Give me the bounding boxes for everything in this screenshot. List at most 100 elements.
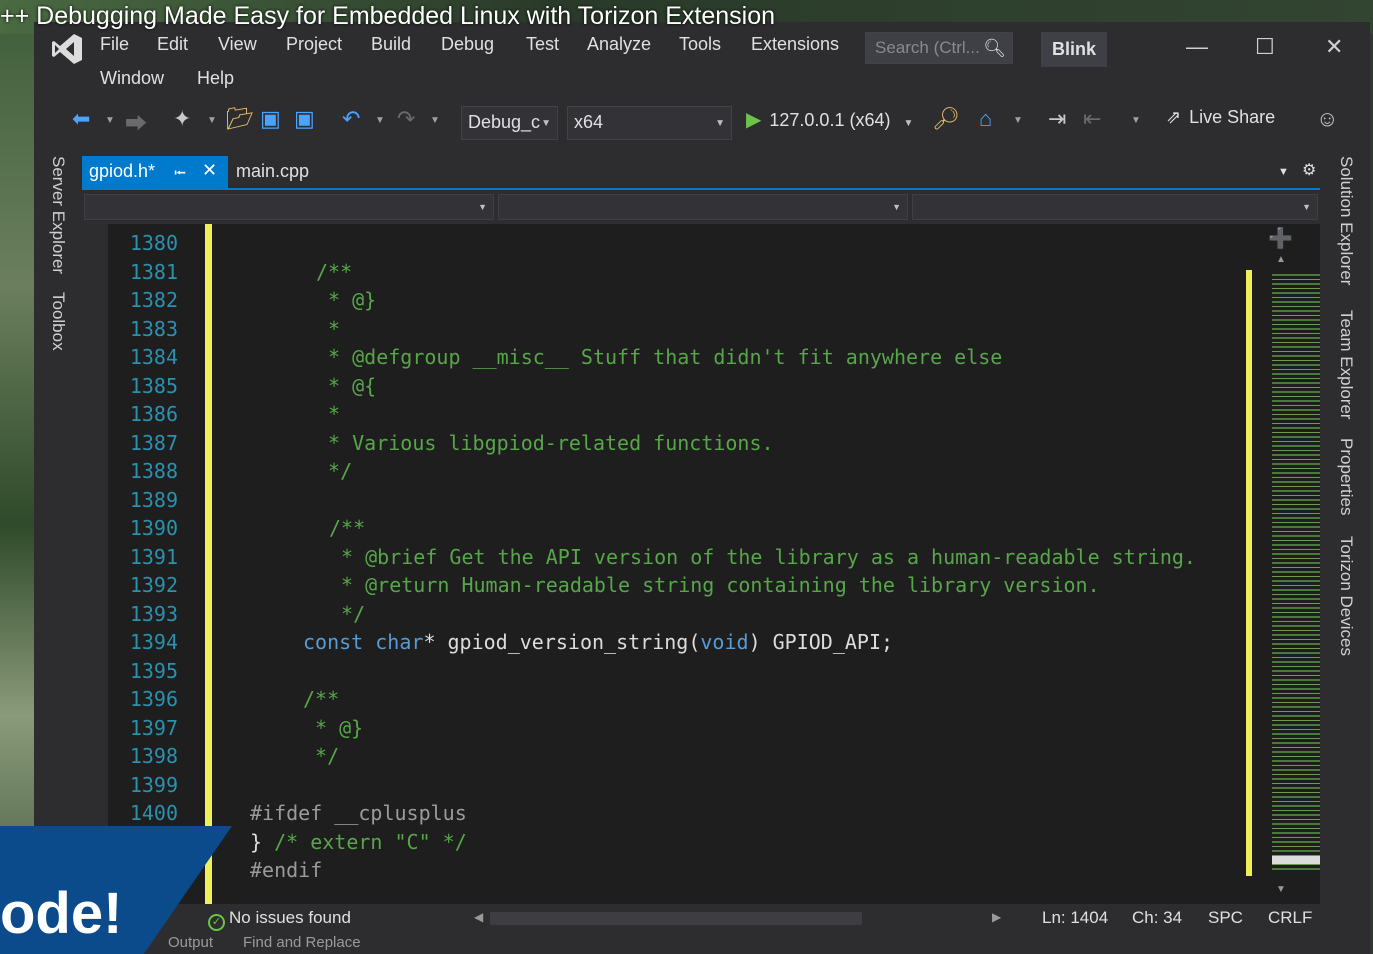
undo-icon[interactable]: ↶ — [342, 106, 360, 132]
tab-find-and-replace[interactable]: Find and Replace — [243, 934, 361, 951]
code-line[interactable]: * — [316, 402, 340, 426]
live-share-button[interactable]: ⇗ Live Share — [1166, 107, 1275, 128]
code-line[interactable]: * @defgroup __misc__ Stuff that didn't f… — [316, 345, 1002, 369]
find-in-files-icon[interactable]: 🔎︎ — [932, 106, 960, 132]
code-line[interactable]: * — [316, 317, 340, 341]
outdent-icon[interactable]: ⇤ — [1083, 106, 1101, 132]
redo-icon[interactable]: ↷ — [397, 106, 415, 132]
code-line[interactable]: /** — [303, 687, 339, 711]
minimize-icon[interactable]: — — [1186, 34, 1208, 60]
feedback-icon[interactable]: ☺ — [1316, 106, 1338, 132]
search-input[interactable]: Search (Ctrl... 🔍︎ — [865, 32, 1013, 64]
member-scope-select[interactable]: ▼ — [912, 194, 1318, 220]
code-line[interactable]: * Various libgpiod-related functions. — [316, 431, 774, 455]
project-scope-select[interactable]: ▼ — [84, 194, 494, 220]
solution-explorer-tab[interactable]: Solution Explorer — [1336, 156, 1356, 285]
code-line[interactable]: */ — [303, 744, 339, 768]
new-dropdown-icon[interactable]: ▼ — [207, 115, 217, 126]
code-line[interactable]: /** — [316, 260, 352, 284]
menu-tools[interactable]: Tools — [679, 34, 721, 55]
torizon-devices-tab[interactable]: Torizon Devices — [1336, 536, 1356, 656]
navigate-back-icon[interactable]: ⬅ — [72, 106, 90, 132]
code-line[interactable]: */ — [329, 602, 365, 626]
configuration-select[interactable]: Debug_c ▼ — [461, 106, 558, 140]
code-line[interactable]: * @} — [303, 716, 363, 740]
run-dropdown-icon[interactable]: ▼ — [903, 118, 913, 129]
menu-project[interactable]: Project — [286, 34, 342, 55]
browser-icon[interactable]: ⌂ — [979, 106, 992, 132]
code-editor[interactable]: 1380 1381 1382 1383 1384 1385 1386 1387 1388 1389… — [108, 224, 1246, 904]
code-line[interactable]: const char* gpiod_version_string(void) G… — [303, 630, 893, 654]
code-minimap[interactable] — [1272, 274, 1320, 870]
back-dropdown-icon[interactable]: ▼ — [105, 115, 115, 126]
code-token: void — [700, 630, 749, 654]
line-number: 1390 — [129, 516, 178, 540]
menu-edit[interactable]: Edit — [157, 34, 188, 55]
chevron-down-icon: ▼ — [1302, 202, 1311, 212]
overview-scrollbar[interactable]: ➕ ▲ ▼ — [1246, 224, 1320, 904]
menu-analyze[interactable]: Analyze — [587, 34, 651, 55]
browser-dropdown-icon[interactable]: ▼ — [1013, 115, 1023, 126]
line-number: 1392 — [129, 573, 178, 597]
tab-list-dropdown-icon[interactable]: ▼ — [1278, 166, 1289, 178]
tab-output[interactable]: Output — [168, 934, 213, 951]
code-line[interactable]: } /* extern "C" */ — [250, 830, 467, 854]
tab-gpiod-h[interactable]: gpiod.h* ⭰ ✕ — [82, 156, 228, 188]
indent-icon[interactable]: ⇥ — [1048, 106, 1066, 132]
chevron-down-icon: ▼ — [478, 202, 487, 212]
code-line[interactable]: * @} — [316, 288, 376, 312]
close-icon[interactable]: ✕ — [1325, 34, 1343, 60]
code-token: char — [375, 630, 424, 654]
code-line[interactable]: #endif — [250, 858, 322, 882]
undo-dropdown-icon[interactable]: ▼ — [375, 115, 385, 126]
gear-icon[interactable]: ⚙ — [1302, 160, 1316, 180]
open-file-icon[interactable]: 📂︎ — [226, 106, 254, 132]
new-project-icon[interactable]: ✦ — [173, 106, 191, 132]
scroll-up-icon[interactable]: ▲ — [1276, 254, 1286, 265]
menu-debug[interactable]: Debug — [441, 34, 494, 55]
pin-icon[interactable]: ⭰ — [174, 162, 186, 189]
scroll-right-icon[interactable]: ▶ — [992, 910, 1001, 924]
issues-indicator[interactable]: ✓ No issues found — [208, 908, 351, 931]
menu-extensions[interactable]: Extensions — [751, 34, 839, 55]
toolbar-overflow-icon[interactable]: ▼ — [1131, 115, 1141, 126]
tab-main-cpp[interactable]: main.cpp — [236, 161, 309, 182]
navigate-forward-icon[interactable]: ⮕ — [125, 106, 147, 138]
platform-select[interactable]: x64 ▼ — [567, 106, 732, 140]
type-scope-select[interactable]: ▼ — [498, 194, 908, 220]
line-number: 1387 — [129, 430, 178, 455]
save-all-icon[interactable]: ▣ — [294, 106, 315, 132]
menu-file[interactable]: File — [100, 34, 129, 55]
scroll-left-icon[interactable]: ◀ — [474, 910, 483, 924]
code-line[interactable]: #ifdef __cplusplus — [250, 801, 467, 825]
server-explorer-tab[interactable]: Server Explorer — [48, 156, 68, 274]
save-icon[interactable]: ▣ — [260, 106, 281, 132]
code-line[interactable]: * @brief Get the API version of the libr… — [329, 545, 1196, 569]
properties-tab[interactable]: Properties — [1336, 438, 1356, 515]
change-tracking-bar — [205, 224, 212, 904]
toolbox-tab[interactable]: Toolbox — [48, 292, 68, 351]
line-ending-indicator[interactable]: CRLF — [1268, 908, 1312, 928]
menu-view[interactable]: View — [218, 34, 257, 55]
split-editor-icon[interactable]: ➕ — [1268, 226, 1293, 251]
code-line[interactable]: /** — [329, 516, 365, 540]
code-line[interactable]: * @{ — [316, 374, 376, 398]
whitespace-indicator[interactable]: SPC — [1208, 908, 1243, 928]
horizontal-scrollbar-thumb[interactable] — [490, 912, 862, 925]
start-debugging-button[interactable]: ▶ 127.0.0.1 (x64) ▼ — [746, 107, 913, 139]
maximize-icon[interactable]: ☐ — [1255, 34, 1275, 60]
close-icon[interactable]: ✕ — [202, 160, 217, 181]
redo-dropdown-icon[interactable]: ▼ — [430, 115, 440, 126]
code-line[interactable]: * @return Human-readable string containi… — [329, 573, 1100, 597]
menu-build[interactable]: Build — [371, 34, 411, 55]
menu-help[interactable]: Help — [197, 68, 234, 89]
line-number: 1382 — [129, 288, 178, 312]
menu-window[interactable]: Window — [100, 68, 164, 89]
scroll-down-icon[interactable]: ▼ — [1276, 884, 1286, 895]
team-explorer-tab[interactable]: Team Explorer — [1336, 310, 1356, 420]
code-line[interactable]: */ — [316, 459, 352, 483]
scrollbar-thumb[interactable] — [1272, 856, 1320, 864]
search-icon: 🔍︎ — [983, 38, 1006, 58]
menu-test[interactable]: Test — [526, 34, 559, 55]
